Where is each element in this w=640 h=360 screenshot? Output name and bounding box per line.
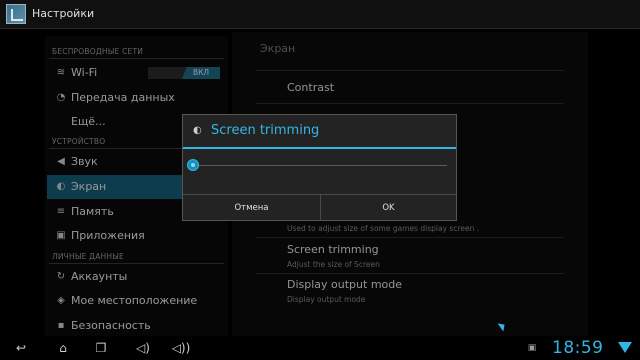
back-icon[interactable]: ↩ bbox=[10, 340, 32, 356]
home-icon[interactable]: ⌂ bbox=[52, 340, 74, 356]
brightness-icon: ◐ bbox=[193, 125, 202, 136]
wifi-icon bbox=[618, 342, 632, 353]
dialog-header: ◐ Screen trimming bbox=[183, 115, 456, 147]
screenshot-icon: ▣ bbox=[527, 343, 537, 353]
recent-apps-icon[interactable]: ❐ bbox=[90, 340, 112, 356]
action-bar: Настройки bbox=[0, 0, 640, 29]
dialog-buttons: Отмена OK bbox=[183, 194, 456, 221]
trimming-slider-track[interactable] bbox=[197, 165, 447, 166]
dialog-title: Screen trimming bbox=[211, 123, 320, 138]
settings-app-icon[interactable] bbox=[6, 4, 26, 24]
volume-up-icon[interactable]: ◁)) bbox=[170, 340, 192, 356]
trimming-slider-thumb[interactable] bbox=[187, 159, 199, 171]
volume-down-icon[interactable]: ◁) bbox=[132, 340, 154, 356]
system-navigation-bar: ↩ ⌂ ❐ ◁) ◁)) ▣ 18:59 bbox=[0, 336, 640, 360]
screen-trimming-dialog: ◐ Screen trimming Отмена OK bbox=[182, 114, 457, 221]
cancel-button[interactable]: Отмена bbox=[183, 195, 321, 221]
dialog-title-divider bbox=[183, 147, 456, 149]
ok-button[interactable]: OK bbox=[321, 195, 456, 221]
status-clock: 18:59 bbox=[552, 338, 604, 358]
app-title: Настройки bbox=[32, 7, 95, 20]
